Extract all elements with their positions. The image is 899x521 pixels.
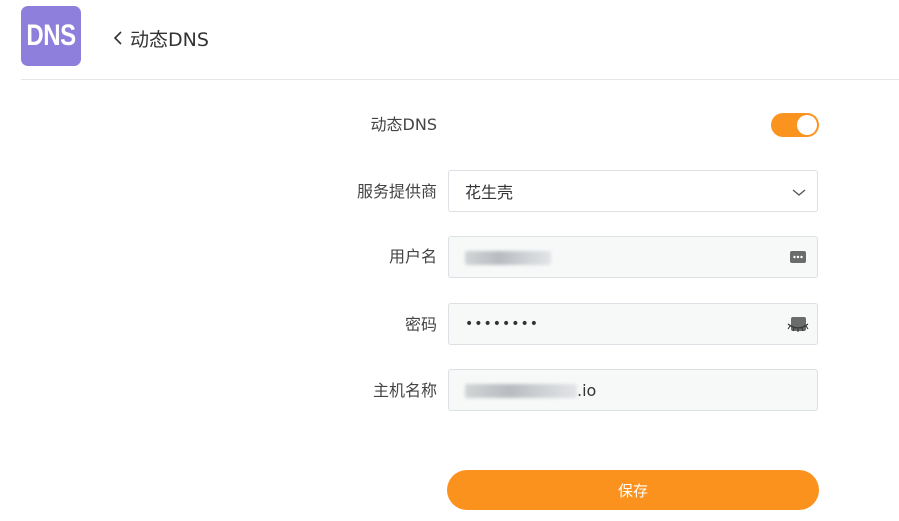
hostname-value: .io [465,381,817,400]
app-icon-text: DNS [26,18,76,53]
password-manager-icon[interactable] [789,248,807,266]
username-field[interactable] [448,236,818,278]
provider-value: 花生壳 [465,183,514,202]
page-title: 动态DNS [130,28,209,51]
toggle-knob [797,115,817,135]
back-button[interactable]: 动态DNS [110,25,209,51]
username-label: 用户名 [388,247,437,266]
username-value [465,248,817,267]
ddns-label: 动态DNS [370,115,437,134]
password-label: 密码 [404,315,437,334]
password-hidden-icon[interactable] [787,315,809,333]
hostname-label: 主机名称 [372,381,437,400]
provider-label: 服务提供商 [356,182,437,201]
redacted-text [465,384,577,398]
save-button[interactable]: 保存 [447,470,819,510]
app-icon: DNS [21,6,81,66]
header-divider [21,79,899,80]
provider-select[interactable]: 花生壳 [448,170,818,212]
chevron-down-icon [792,189,806,196]
password-value: •••••••• [465,316,540,332]
hostname-field[interactable]: .io [448,369,818,411]
hostname-suffix: .io [577,380,597,400]
header: DNS 动态DNS [0,0,899,80]
ddns-toggle[interactable] [771,113,819,137]
password-field[interactable]: •••••••• [448,303,818,345]
chevron-left-icon [113,31,122,45]
redacted-text [465,251,551,265]
